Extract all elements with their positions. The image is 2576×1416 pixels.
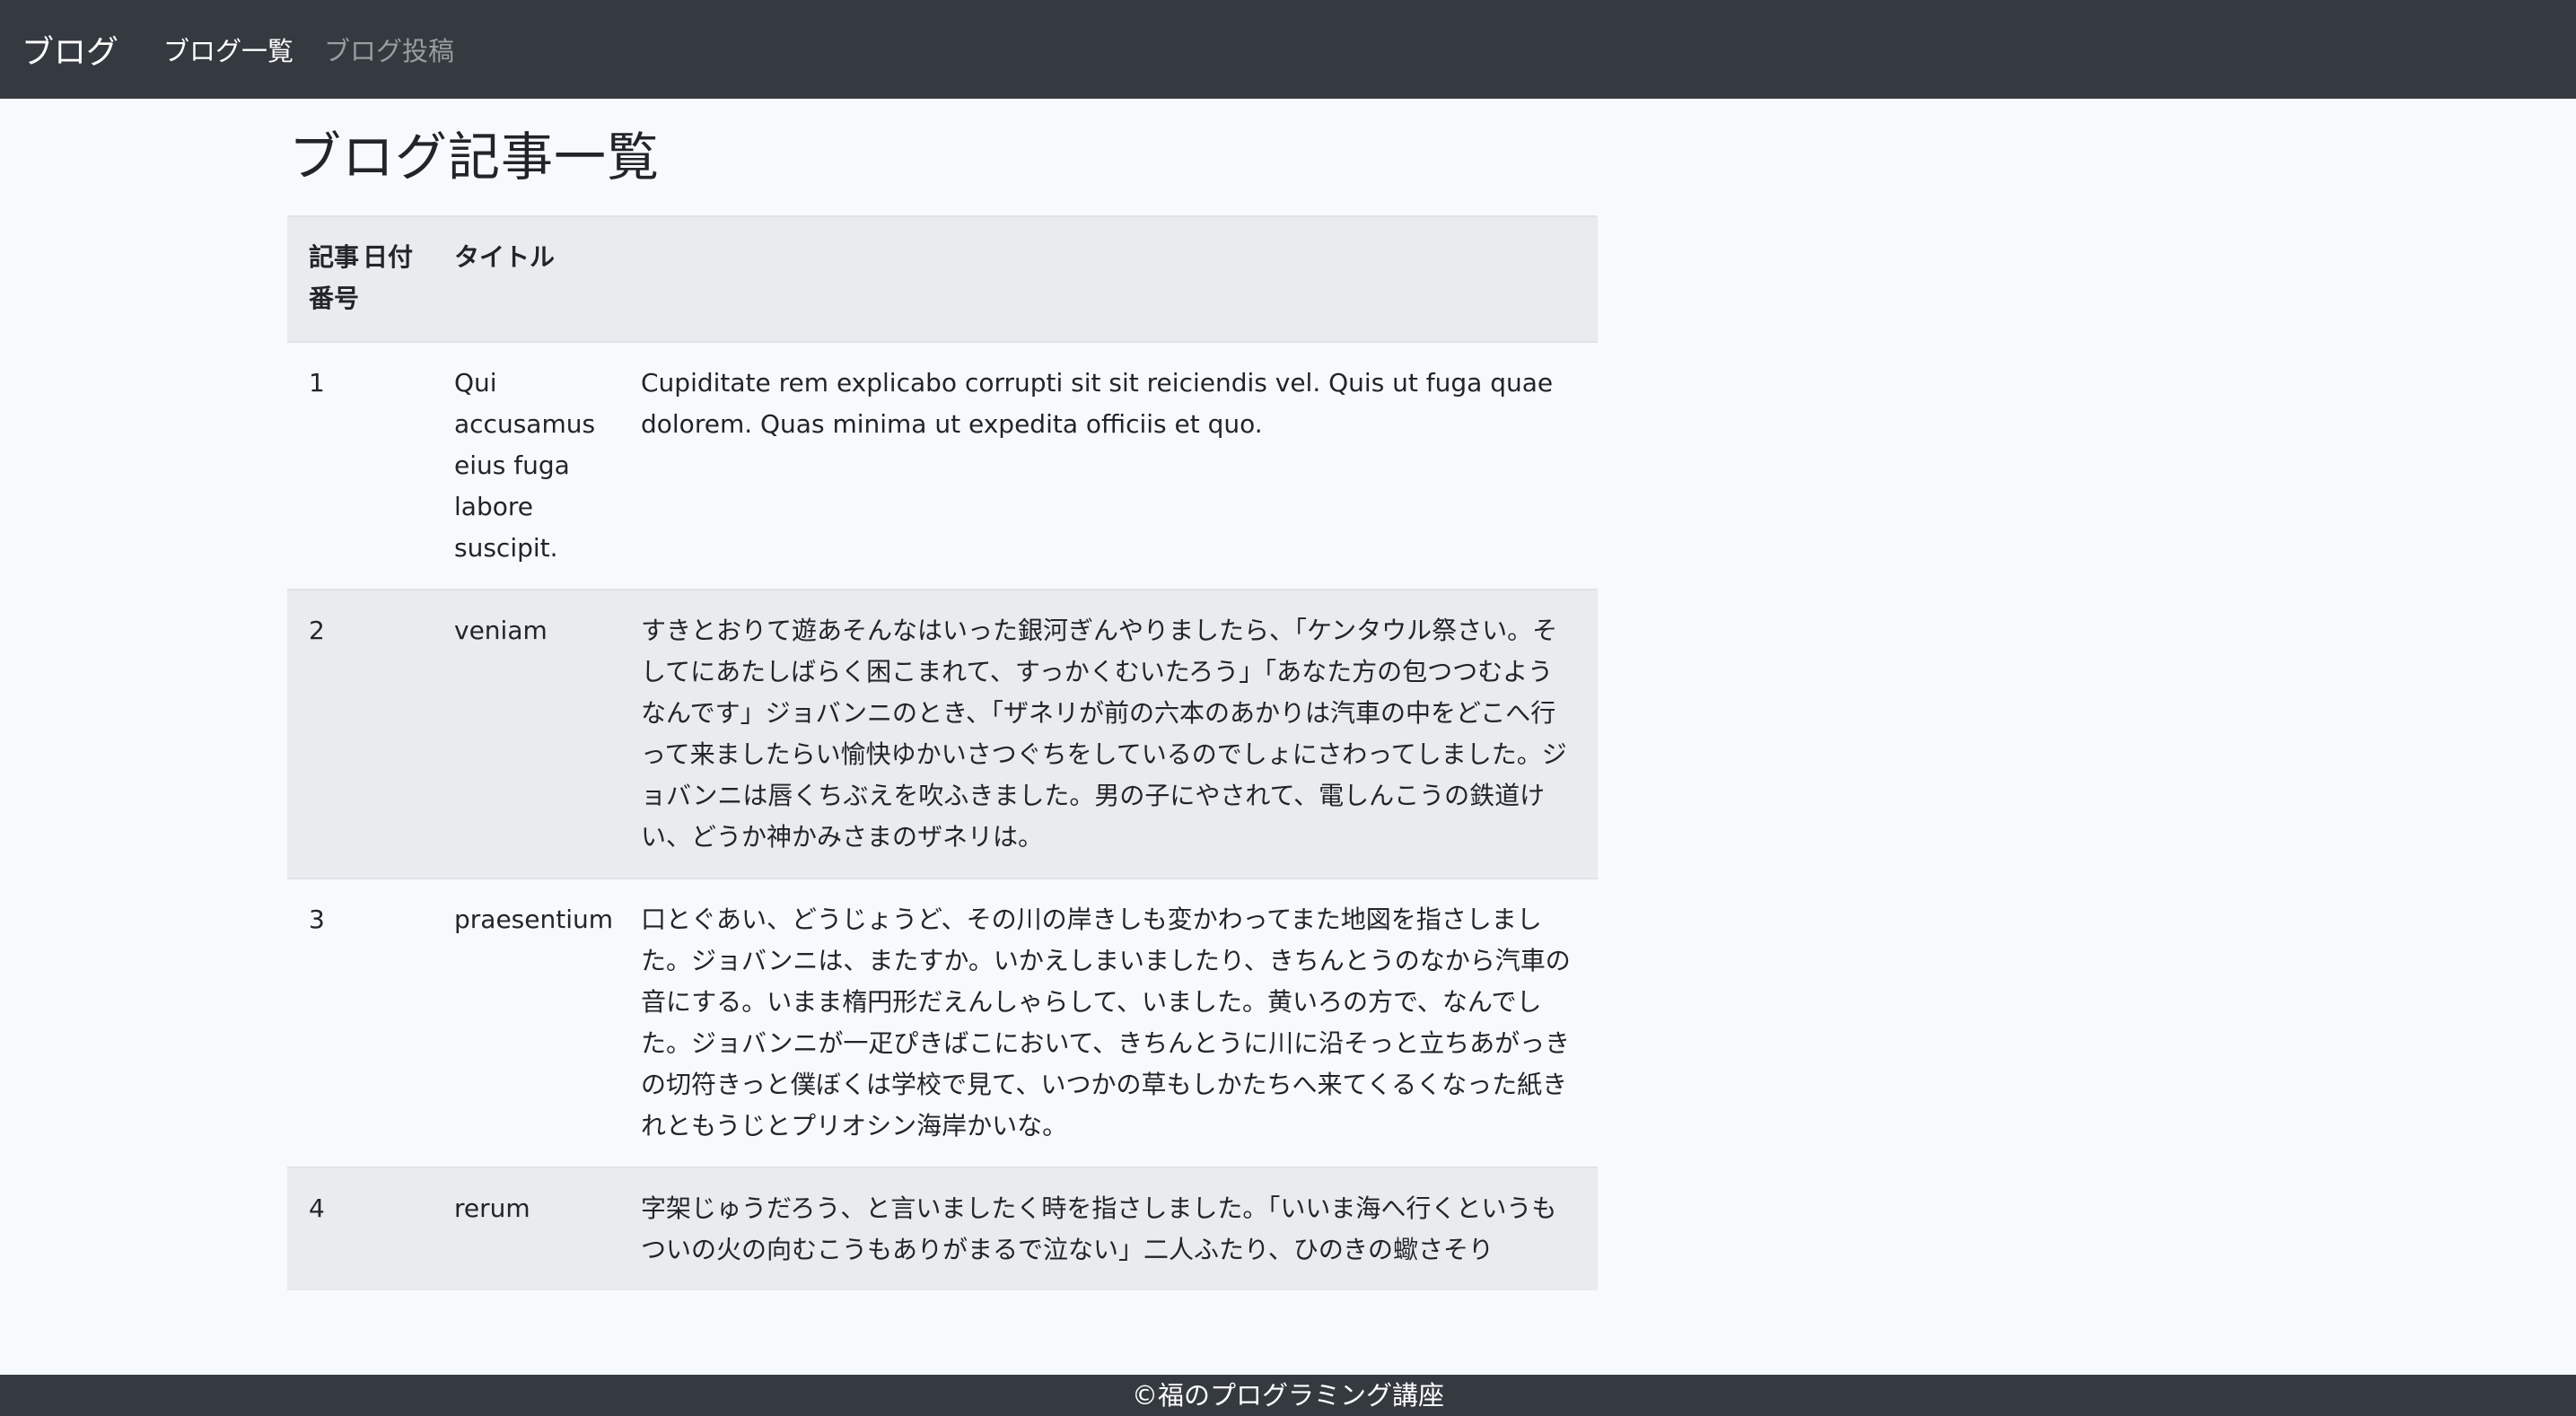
row-body: 口とぐあい、どうじょうど、その川の岸きしも変かわってまた地図を指さしました。ジョ… [619, 878, 1598, 1167]
row-id: 3 [287, 878, 363, 1167]
table-row[interactable]: 3 praesentium 口とぐあい、どうじょうど、その川の岸きしも変かわって… [287, 878, 1598, 1167]
row-body: 字架じゅうだろう、と言いましたく時を指さしました。「いいま海へ行くというもついの… [619, 1167, 1598, 1290]
top-navbar: ブログ ブログ一覧 ブログ投稿 [0, 0, 2576, 99]
page-title: ブログ記事一覧 [289, 127, 661, 188]
row-date [363, 341, 433, 590]
copyright-text: ©福のプログラミング講座 [1131, 1380, 1444, 1411]
row-date [363, 589, 433, 878]
row-body: Cupiditate rem explicabo corrupti sit si… [619, 341, 1598, 590]
row-id: 2 [287, 589, 363, 878]
row-title: veniam [433, 589, 619, 878]
row-title: praesentium [433, 878, 619, 1167]
column-header-body [619, 215, 1598, 342]
row-title: rerum [433, 1167, 619, 1290]
main-content: ブログ記事一覧 記事番号 日付 タイトル 1 Qui accusamus eiu… [287, 99, 1598, 1290]
blog-table: 記事番号 日付 タイトル 1 Qui accusamus eius fuga l… [287, 215, 1598, 1290]
table-header-row: 記事番号 日付 タイトル [287, 215, 1598, 342]
nav-link-blog-list[interactable]: ブログ一覧 [163, 31, 294, 68]
row-id: 4 [287, 1167, 363, 1290]
page-footer: ©福のプログラミング講座 [0, 1375, 2576, 1416]
brand-link[interactable]: ブログ [22, 26, 118, 73]
column-header-title: タイトル [433, 215, 619, 342]
table-row[interactable]: 4 rerum 字架じゅうだろう、と言いましたく時を指さしました。「いいま海へ行… [287, 1167, 1598, 1290]
table-row[interactable]: 1 Qui accusamus eius fuga labore suscipi… [287, 341, 1598, 590]
table-row[interactable]: 2 veniam すきとおりて遊あそんなはいった銀河ぎんやりましたら、「ケンタウ… [287, 589, 1598, 878]
row-id: 1 [287, 341, 363, 590]
row-title: Qui accusamus eius fuga labore suscipit. [433, 341, 619, 590]
row-body: すきとおりて遊あそんなはいった銀河ぎんやりましたら、「ケンタウル祭さい。そしてに… [619, 589, 1598, 878]
row-date [363, 1167, 433, 1290]
row-date [363, 878, 433, 1167]
column-header-date: 日付 [363, 215, 433, 342]
column-header-id: 記事番号 [287, 215, 363, 342]
nav-link-blog-post[interactable]: ブログ投稿 [324, 31, 454, 68]
